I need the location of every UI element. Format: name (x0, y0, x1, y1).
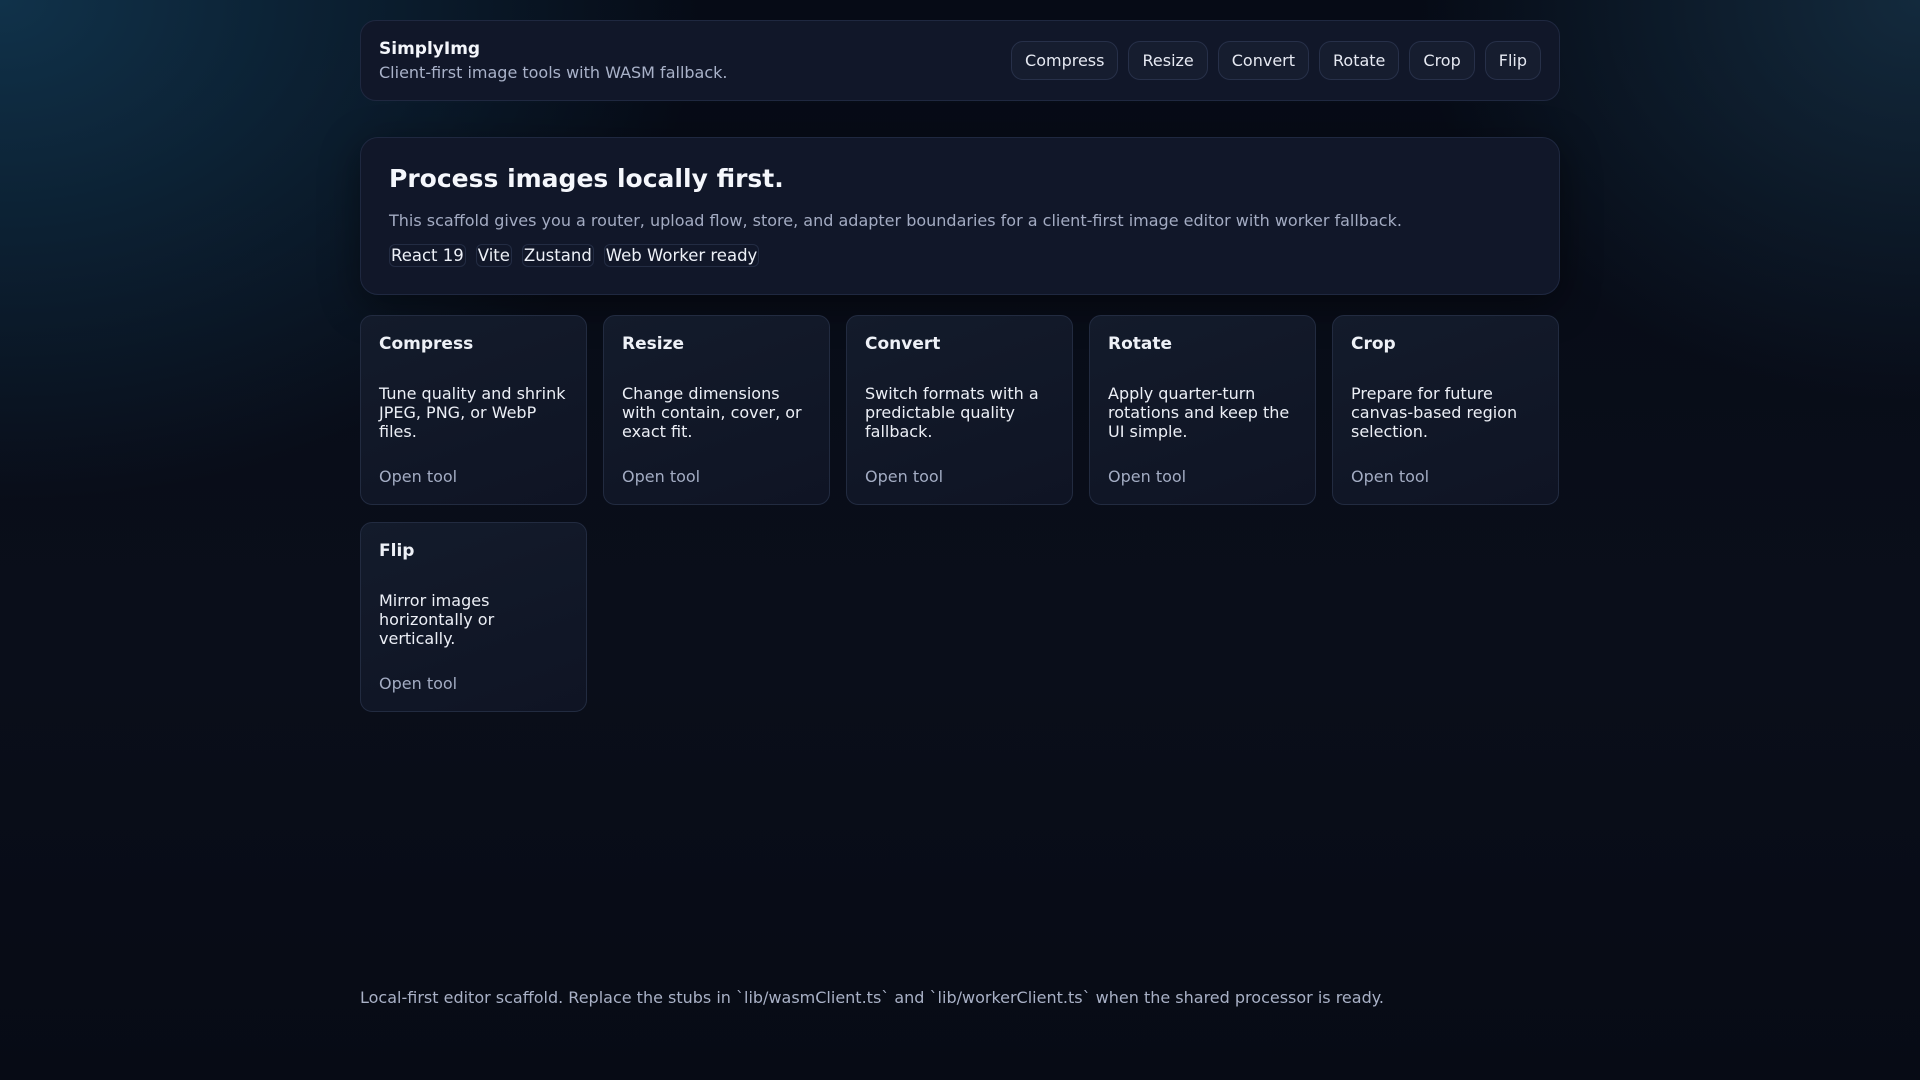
tool-nav: Compress Resize Convert Rotate Crop Flip (1011, 41, 1541, 80)
nav-crop[interactable]: Crop (1409, 41, 1475, 80)
tool-title: Compress (379, 334, 474, 354)
nav-resize[interactable]: Resize (1128, 41, 1208, 80)
open-tool-link[interactable]: Open tool (379, 467, 568, 486)
tool-card-resize[interactable]: Resize Change dimensions with contain, co… (603, 315, 830, 505)
tool-card-rotate[interactable]: Rotate Apply quarter-turn rotations and k… (1089, 315, 1316, 505)
tool-card-compress[interactable]: Compress Tune quality and shrink JPEG, PN… (360, 315, 587, 505)
tool-card-flip[interactable]: Flip Mirror images horizontally or vertic… (360, 522, 587, 712)
tool-description: Prepare for future canvas-based region s… (1351, 384, 1518, 441)
tag: React 19 (389, 244, 466, 267)
tool-grid: Compress Tune quality and shrink JPEG, PN… (360, 315, 1560, 712)
brand: SimplyImg Client-first image tools with … (379, 39, 728, 82)
tool-title: Crop (1351, 334, 1396, 354)
tag: Web Worker ready (603, 244, 760, 267)
open-tool-link[interactable]: Open tool (379, 674, 568, 693)
tool-description: Switch formats with a predictable qualit… (865, 384, 1039, 441)
open-tool-link[interactable]: Open tool (1351, 467, 1540, 486)
tag: Zustand (521, 244, 594, 267)
tool-card-crop[interactable]: Crop Prepare for future canvas-based regi… (1332, 315, 1559, 505)
tool-description: Change dimensions with contain, cover, o… (622, 384, 802, 441)
open-tool-link[interactable]: Open tool (865, 467, 1054, 486)
open-tool-link[interactable]: Open tool (622, 467, 811, 486)
tool-description: Tune quality and shrink JPEG, PNG, or We… (379, 384, 566, 441)
app-container: SimplyImg Client-first image tools with … (360, 20, 1560, 712)
tool-title: Convert (865, 334, 941, 354)
hero-description: This scaffold gives you a router, upload… (389, 211, 1402, 230)
top-header: SimplyImg Client-first image tools with … (360, 20, 1560, 101)
tool-title: Resize (622, 334, 684, 354)
tool-description: Mirror images horizontally or vertically… (379, 591, 495, 648)
tech-tags: React 19 Vite Zustand Web Worker ready (389, 244, 1531, 267)
nav-convert[interactable]: Convert (1217, 41, 1310, 80)
brand-title[interactable]: SimplyImg (379, 39, 728, 59)
tag: Vite (475, 244, 512, 267)
nav-flip[interactable]: Flip (1484, 41, 1541, 80)
nav-rotate[interactable]: Rotate (1319, 41, 1400, 80)
tool-title: Flip (379, 541, 415, 561)
tool-title: Rotate (1108, 334, 1173, 354)
nav-compress[interactable]: Compress (1011, 41, 1119, 80)
tool-description: Apply quarter-turn rotations and keep th… (1108, 384, 1290, 441)
open-tool-link[interactable]: Open tool (1108, 467, 1297, 486)
hero-panel: Process images locally first. This scaff… (360, 137, 1560, 295)
hero-title: Process images locally first. (389, 164, 784, 193)
tool-card-convert[interactable]: Convert Switch formats with a predictable… (846, 315, 1073, 505)
brand-subtitle: Client-first image tools with WASM fallb… (379, 63, 728, 82)
footer-note: Local-first editor scaffold. Replace the… (360, 988, 1384, 1007)
